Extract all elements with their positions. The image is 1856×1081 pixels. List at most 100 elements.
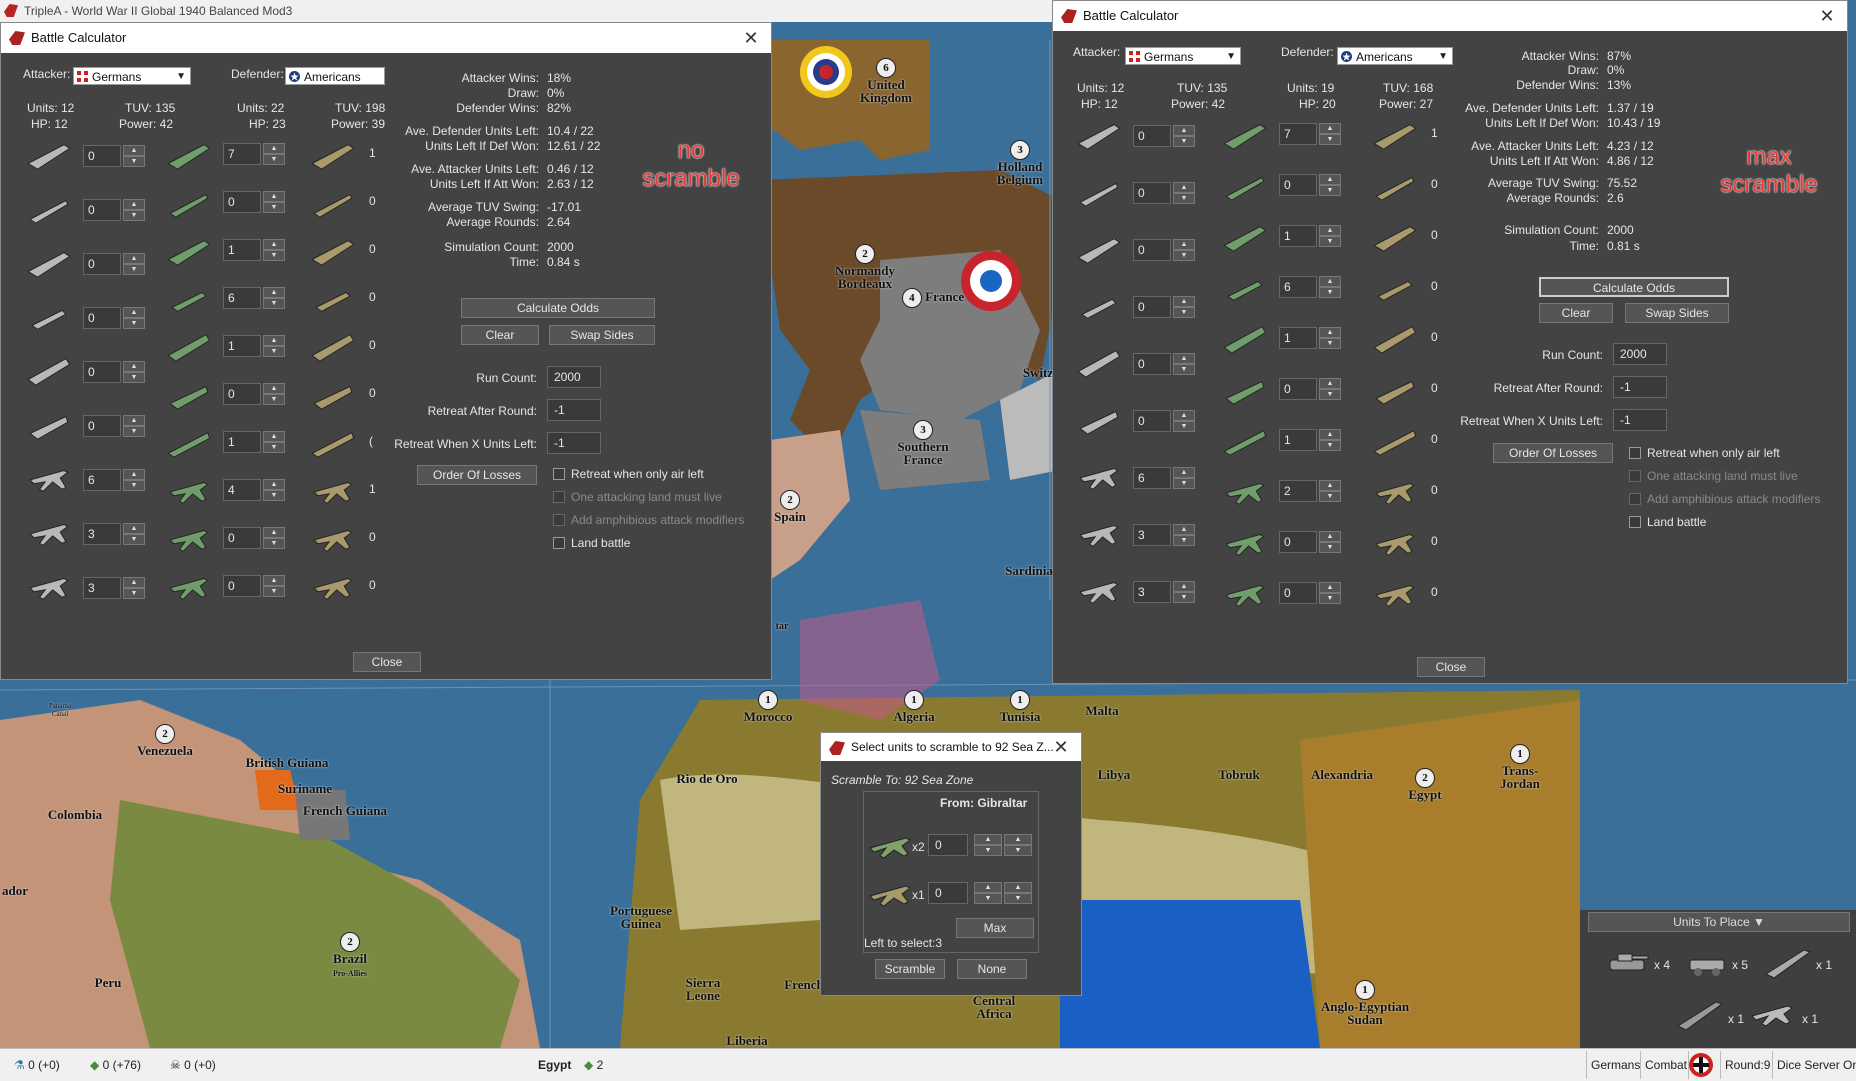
defender-unit-spinner[interactable]: 7 ▲ ▼ (223, 143, 285, 165)
spinner-down-icon[interactable]: ▼ (1319, 389, 1341, 400)
close-button[interactable]: Close (353, 652, 421, 672)
attacker-select[interactable]: Germans ▼ (73, 67, 191, 85)
spinner-up-icon[interactable]: ▲ (263, 527, 285, 538)
defender-unit-count[interactable]: 1 (223, 431, 261, 453)
retreat-after-round-input[interactable]: -1 (1613, 376, 1667, 398)
spinner-down-icon[interactable]: ▼ (1319, 236, 1341, 247)
attacker-unit-spinner[interactable]: 3 ▲ ▼ (1133, 581, 1195, 603)
spinner-down-icon[interactable]: ▼ (123, 480, 145, 491)
spinner-up-icon[interactable]: ▲ (1173, 467, 1195, 478)
defender-select[interactable]: Americans (285, 67, 385, 85)
spinner-down-icon[interactable]: ▼ (1319, 338, 1341, 349)
attacker-unit-spinner[interactable]: 0 ▲ ▼ (1133, 410, 1195, 432)
spinner-down-icon[interactable]: ▼ (123, 372, 145, 383)
defender-unit-count[interactable]: 0 (223, 575, 261, 597)
spinner-down-icon[interactable]: ▼ (263, 394, 285, 405)
defender-unit-count[interactable]: 1 (1279, 225, 1317, 247)
spinner-down-icon[interactable]: ▼ (263, 346, 285, 357)
fighter-up-button[interactable]: ▲ (974, 834, 1002, 845)
tactical-bomber-min-down-button[interactable]: ▼ (1004, 893, 1032, 904)
defender-unit-spinner[interactable]: 0 ▲ ▼ (1279, 378, 1341, 400)
close-icon[interactable]: ✕ (741, 23, 761, 53)
defender-unit-spinner[interactable]: 0 ▲ ▼ (223, 575, 285, 597)
spinner-up-icon[interactable]: ▲ (123, 523, 145, 534)
calculate-odds-button[interactable]: Calculate Odds (1539, 277, 1729, 297)
spinner-up-icon[interactable]: ▲ (1173, 353, 1195, 364)
spinner-up-icon[interactable]: ▲ (1173, 182, 1195, 193)
spinner-up-icon[interactable]: ▲ (123, 199, 145, 210)
defender-unit-spinner[interactable]: 0 ▲ ▼ (223, 527, 285, 549)
defender-unit-spinner[interactable]: 1 ▲ ▼ (1279, 327, 1341, 349)
spinner-up-icon[interactable]: ▲ (1319, 225, 1341, 236)
attacker-unit-spinner[interactable]: 0 ▲ ▼ (1133, 239, 1195, 261)
spinner-down-icon[interactable]: ▼ (123, 210, 145, 221)
spinner-up-icon[interactable]: ▲ (1173, 410, 1195, 421)
spinner-up-icon[interactable]: ▲ (1319, 429, 1341, 440)
order-of-losses-button[interactable]: Order Of Losses (417, 465, 537, 485)
spinner-down-icon[interactable]: ▼ (123, 588, 145, 599)
defender-unit-count[interactable]: 1 (223, 239, 261, 261)
defender-unit-spinner[interactable]: 6 ▲ ▼ (1279, 276, 1341, 298)
tactical-bomber-up-button[interactable]: ▲ (974, 882, 1002, 893)
attacker-unit-spinner[interactable]: 0 ▲ ▼ (83, 307, 145, 329)
retreat-units-left-input[interactable]: -1 (547, 432, 601, 454)
attacker-unit-count[interactable]: 0 (83, 361, 121, 383)
defender-unit-spinner[interactable]: 0 ▲ ▼ (1279, 582, 1341, 604)
window-title-bar[interactable]: Battle Calculator ✕ (1, 23, 771, 53)
window-title-bar[interactable]: Battle Calculator ✕ (1053, 1, 1847, 31)
spinner-down-icon[interactable]: ▼ (123, 318, 145, 329)
attacker-unit-count[interactable]: 0 (1133, 296, 1171, 318)
window-title-bar[interactable]: Select units to scramble to 92 Sea Z... … (821, 733, 1081, 761)
spinner-down-icon[interactable]: ▼ (1319, 542, 1341, 553)
spinner-up-icon[interactable]: ▲ (263, 479, 285, 490)
fighter-icon[interactable] (1748, 996, 1796, 1032)
spinner-down-icon[interactable]: ▼ (1319, 185, 1341, 196)
spinner-down-icon[interactable]: ▼ (1173, 193, 1195, 204)
defender-unit-spinner[interactable]: 7 ▲ ▼ (1279, 123, 1341, 145)
close-icon[interactable]: ✕ (1817, 1, 1837, 31)
attacker-unit-count[interactable]: 0 (83, 415, 121, 437)
attacking-land-checkbox[interactable]: One attacking land must live (551, 490, 722, 504)
defender-unit-count[interactable]: 7 (1279, 123, 1317, 145)
spinner-up-icon[interactable]: ▲ (263, 335, 285, 346)
attacker-unit-spinner[interactable]: 6 ▲ ▼ (83, 469, 145, 491)
tactical-bomber-scramble-input[interactable]: 0 (928, 882, 968, 904)
spinner-down-icon[interactable]: ▼ (1173, 250, 1195, 261)
spinner-up-icon[interactable]: ▲ (123, 577, 145, 588)
attacker-unit-count[interactable]: 3 (1133, 581, 1171, 603)
attacker-unit-spinner[interactable]: 6 ▲ ▼ (1133, 467, 1195, 489)
spinner-up-icon[interactable]: ▲ (123, 469, 145, 480)
spinner-down-icon[interactable]: ▼ (1173, 364, 1195, 375)
attacker-unit-count[interactable]: 3 (83, 577, 121, 599)
attacker-unit-count[interactable]: 3 (1133, 524, 1171, 546)
defender-unit-count[interactable]: 0 (223, 527, 261, 549)
amphibious-checkbox[interactable]: Add amphibious attack modifiers (551, 513, 744, 527)
attacker-unit-count[interactable]: 0 (1133, 182, 1171, 204)
attacker-unit-count[interactable]: 6 (83, 469, 121, 491)
attacker-select[interactable]: Germans ▼ (1125, 47, 1241, 65)
spinner-up-icon[interactable]: ▲ (263, 143, 285, 154)
submarine-icon[interactable] (1676, 996, 1724, 1032)
spinner-down-icon[interactable]: ▼ (263, 442, 285, 453)
attacker-unit-count[interactable]: 6 (1133, 467, 1171, 489)
defender-unit-spinner[interactable]: 1 ▲ ▼ (223, 239, 285, 261)
attacker-unit-count[interactable]: 0 (83, 307, 121, 329)
tank-icon[interactable] (1606, 948, 1650, 978)
attacker-unit-spinner[interactable]: 0 ▲ ▼ (83, 199, 145, 221)
spinner-down-icon[interactable]: ▼ (263, 154, 285, 165)
attacker-unit-spinner[interactable]: 0 ▲ ▼ (83, 415, 145, 437)
defender-unit-spinner[interactable]: 1 ▲ ▼ (1279, 225, 1341, 247)
run-count-input[interactable]: 2000 (1613, 343, 1667, 365)
spinner-up-icon[interactable]: ▲ (1319, 123, 1341, 134)
spinner-down-icon[interactable]: ▼ (1173, 421, 1195, 432)
attacker-unit-spinner[interactable]: 0 ▲ ▼ (1133, 296, 1195, 318)
spinner-down-icon[interactable]: ▼ (1319, 287, 1341, 298)
spinner-down-icon[interactable]: ▼ (263, 538, 285, 549)
fighter-min-down-button[interactable]: ▼ (1004, 845, 1032, 856)
attacker-unit-spinner[interactable]: 0 ▲ ▼ (83, 253, 145, 275)
defender-unit-count[interactable]: 0 (1279, 531, 1317, 553)
spinner-up-icon[interactable]: ▲ (263, 287, 285, 298)
defender-unit-count[interactable]: 0 (1279, 174, 1317, 196)
attacker-unit-spinner[interactable]: 3 ▲ ▼ (83, 523, 145, 545)
spinner-down-icon[interactable]: ▼ (1319, 593, 1341, 604)
